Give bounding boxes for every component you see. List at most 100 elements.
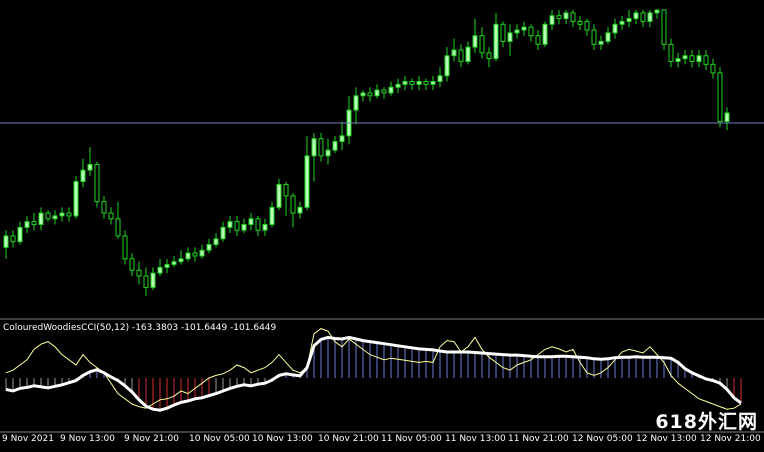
candle: [388, 81, 394, 96]
candle-body: [612, 23, 618, 34]
candle-body: [528, 26, 534, 37]
candle-body: [290, 195, 296, 214]
candle-body: [248, 218, 254, 225]
candle-body: [367, 92, 373, 97]
candle-body: [171, 261, 177, 266]
candle-body: [542, 23, 548, 45]
candle: [241, 218, 247, 234]
candle-body: [115, 218, 121, 237]
candle: [654, 9, 660, 19]
candle: [262, 218, 268, 236]
candle: [318, 132, 324, 162]
candle: [73, 175, 79, 219]
candle: [598, 35, 604, 51]
candle: [80, 158, 86, 188]
candle: [437, 67, 443, 88]
candle-body: [570, 12, 576, 22]
time-axis-label: 12 Nov 21:00: [700, 434, 761, 444]
candle-body: [360, 92, 366, 97]
candle: [94, 161, 100, 208]
candle: [556, 10, 562, 25]
candle-body: [605, 32, 611, 42]
candle-body: [143, 275, 149, 288]
candle-body: [710, 63, 716, 74]
candle: [451, 38, 457, 62]
candle: [290, 193, 296, 228]
price-chart[interactable]: [0, 0, 764, 448]
time-axis-label: 9 Nov 13:00: [60, 434, 115, 444]
candle: [549, 10, 555, 31]
time-axis-label: 12 Nov 13:00: [636, 434, 697, 444]
candle-body: [150, 272, 156, 288]
candle: [45, 210, 51, 222]
candle: [528, 24, 534, 42]
candle: [206, 238, 212, 254]
candle: [444, 47, 450, 82]
candle-body: [682, 55, 688, 60]
candle: [535, 30, 541, 51]
candle: [717, 67, 723, 128]
candle: [59, 207, 65, 222]
candle: [38, 207, 44, 231]
candle: [703, 50, 709, 71]
candle-body: [402, 81, 408, 85]
candle: [605, 27, 611, 45]
candle-body: [437, 75, 443, 82]
candle: [10, 230, 16, 248]
candle: [332, 135, 338, 153]
candle: [416, 75, 422, 91]
candle-body: [108, 212, 114, 220]
candle: [129, 253, 135, 276]
candle-body: [633, 12, 639, 20]
candle-body: [479, 35, 485, 54]
candle-body: [262, 224, 268, 231]
candle: [360, 90, 366, 102]
candle-body: [199, 249, 205, 257]
time-axis-label: 11 Nov 05:00: [381, 434, 442, 444]
time-axis-label: 12 Nov 05:00: [572, 434, 633, 444]
candle-body: [178, 258, 184, 263]
candle: [87, 147, 93, 176]
chart-window[interactable]: ColouredWoodiesCCI(50,12) -163.3803 -101…: [0, 0, 764, 448]
candle-body: [45, 212, 51, 220]
candle-body: [192, 252, 198, 257]
candle-body: [416, 81, 422, 85]
candle: [521, 21, 527, 36]
candle: [500, 21, 506, 48]
time-axis: 9 Nov 2021 9 Nov 13:00 9 Nov 21:00 10 Nov 0…: [0, 434, 764, 448]
candle-body: [381, 89, 387, 94]
candle-body: [24, 221, 30, 228]
candle-body: [591, 29, 597, 45]
candle: [409, 78, 415, 91]
candle-body: [724, 112, 730, 123]
candle: [584, 18, 590, 36]
candle: [507, 24, 513, 56]
candle-body: [430, 81, 436, 85]
candle-body: [423, 81, 429, 85]
candle-body: [675, 58, 681, 62]
candle: [514, 24, 520, 39]
candle-body: [80, 169, 86, 183]
candle: [234, 215, 240, 236]
candle: [66, 207, 72, 222]
candle-body: [66, 212, 72, 217]
candle-body: [521, 26, 527, 31]
candle: [542, 21, 548, 48]
candle: [108, 207, 114, 225]
candle-body: [640, 12, 646, 22]
candle: [633, 10, 639, 25]
candle: [570, 10, 576, 28]
candle-body: [514, 29, 520, 34]
candle-body: [332, 141, 338, 151]
candle: [213, 233, 219, 248]
candle-body: [647, 12, 653, 22]
candle-body: [465, 46, 471, 62]
candle-body: [451, 49, 457, 57]
candle: [374, 84, 380, 99]
candle: [157, 258, 163, 276]
candle-body: [500, 23, 506, 42]
candle-body: [563, 12, 569, 20]
candle: [17, 221, 23, 245]
candle-body: [472, 35, 478, 48]
candle-body: [493, 23, 499, 60]
